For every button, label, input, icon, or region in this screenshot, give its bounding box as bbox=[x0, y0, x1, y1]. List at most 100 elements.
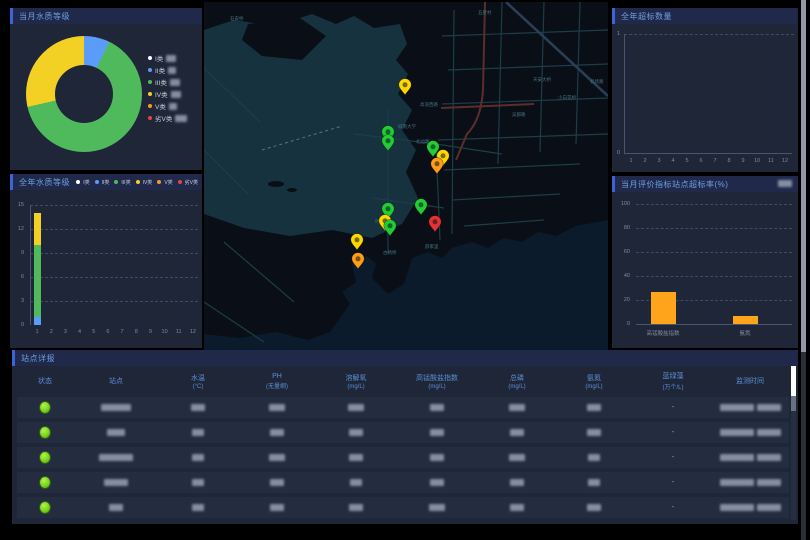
rate-bar[interactable] bbox=[651, 292, 676, 324]
redacted-measurement bbox=[587, 429, 601, 436]
y-axis-tick: 60 bbox=[618, 249, 630, 255]
legend-dot bbox=[148, 92, 152, 96]
gridline bbox=[30, 253, 198, 254]
stacked-bar-segment[interactable] bbox=[34, 213, 41, 245]
table-cell bbox=[159, 404, 237, 411]
y-axis-tick: 0 bbox=[608, 150, 620, 156]
redacted-measurement bbox=[588, 479, 600, 486]
table-cell bbox=[73, 479, 159, 486]
table-cell: - bbox=[633, 404, 713, 411]
chlorophyll-value: - bbox=[672, 454, 674, 461]
chlorophyll-value: - bbox=[672, 429, 674, 436]
table-scrollbar[interactable] bbox=[791, 366, 796, 520]
redacted-legend-value bbox=[171, 91, 181, 98]
table-cell bbox=[73, 429, 159, 436]
table-cell bbox=[17, 477, 73, 488]
table-cell bbox=[479, 404, 555, 411]
table-cell bbox=[17, 502, 73, 513]
legend-dot bbox=[148, 116, 152, 120]
y-axis-tick: 3 bbox=[12, 298, 24, 304]
legend-dot bbox=[148, 68, 152, 72]
page-scrollbar[interactable] bbox=[801, 0, 806, 540]
y-axis-tick: 12 bbox=[12, 226, 24, 232]
table-row[interactable]: - bbox=[17, 497, 789, 518]
redacted-time bbox=[757, 479, 781, 486]
legend-item[interactable]: 劣V类 bbox=[148, 112, 187, 124]
redacted-time bbox=[757, 404, 781, 411]
redacted-legend-value bbox=[166, 55, 176, 62]
legend-dot bbox=[148, 80, 152, 84]
redacted-legend-value bbox=[169, 103, 177, 110]
column-header: 监测时间 bbox=[713, 368, 787, 394]
column-unit: (mg/L) bbox=[508, 384, 525, 390]
legend-item[interactable]: I类 bbox=[148, 52, 187, 64]
map-panel[interactable]: 石皮桥五星村高浪西路城南大学北边路天安大桥小白花桥吴都路机场路薛家里古杨桥叶春 bbox=[204, 2, 608, 350]
x-axis-tick: 6 bbox=[106, 329, 109, 335]
redacted-legend-value bbox=[175, 115, 187, 122]
redacted-date bbox=[720, 504, 754, 511]
table-cell: - bbox=[633, 479, 713, 486]
column-header: 水温(°C) bbox=[159, 368, 237, 394]
table-cell bbox=[479, 504, 555, 511]
table-scrollbar-thumb[interactable] bbox=[791, 366, 796, 396]
x-axis-tick: 10 bbox=[162, 329, 168, 335]
table-cell bbox=[237, 404, 317, 411]
column-label: PH bbox=[272, 373, 282, 380]
table-row[interactable]: - bbox=[17, 422, 789, 443]
legend-item[interactable]: IV类 bbox=[148, 88, 187, 100]
stacked-bar-segment[interactable] bbox=[34, 245, 41, 317]
table-cell bbox=[395, 454, 479, 461]
redacted-date bbox=[720, 479, 754, 486]
legend-item[interactable]: III类 bbox=[148, 76, 187, 88]
legend-dot bbox=[148, 104, 152, 108]
redacted-time bbox=[757, 454, 781, 461]
column-header: 高锰酸盐指数(mg/L) bbox=[395, 368, 479, 394]
y-axis-tick: 20 bbox=[618, 297, 630, 303]
table-cell bbox=[317, 504, 395, 511]
redacted-legend-value bbox=[168, 67, 176, 74]
redacted-measurement bbox=[349, 454, 363, 461]
table-cell bbox=[395, 504, 479, 511]
table-row[interactable]: - bbox=[17, 397, 789, 418]
table-cell bbox=[17, 452, 73, 463]
legend-item[interactable]: V类 bbox=[148, 100, 187, 112]
table-row[interactable]: - bbox=[17, 472, 789, 493]
table-cell bbox=[713, 429, 787, 436]
column-unit: (mg/L) bbox=[585, 384, 602, 390]
redacted-date bbox=[720, 404, 754, 411]
street-label: 五星村 bbox=[478, 9, 492, 15]
y-axis-tick: 100 bbox=[618, 201, 630, 207]
stacked-bar-chart[interactable]: 03691215123456789101112 bbox=[10, 174, 202, 348]
page-scrollbar-thumb[interactable] bbox=[801, 0, 806, 352]
redacted-measurement bbox=[509, 454, 525, 461]
x-axis-tick: 8 bbox=[727, 158, 730, 164]
stacked-bar-segment[interactable] bbox=[34, 317, 41, 325]
column-header: 溶解氧(mg/L) bbox=[317, 368, 395, 394]
panel-title: 站点详报 bbox=[21, 353, 55, 364]
city-map[interactable]: 石皮桥五星村高浪西路城南大学北边路天安大桥小白花桥吴都路机场路薛家里古杨桥叶春 bbox=[204, 2, 608, 350]
exceed-line-chart[interactable]: 10123456789101112 bbox=[612, 8, 798, 172]
table-cell bbox=[237, 504, 317, 511]
panel-month-quality-header: 当月水质等级 bbox=[10, 8, 202, 24]
legend-dot bbox=[148, 56, 152, 60]
x-axis-tick: 7 bbox=[121, 329, 124, 335]
redacted-measurement bbox=[588, 454, 600, 461]
table-cell bbox=[237, 429, 317, 436]
legend-label: V类 bbox=[155, 101, 166, 111]
status-indicator bbox=[40, 427, 50, 438]
street-label: 薛家里 bbox=[425, 243, 439, 250]
redacted-measurement bbox=[429, 504, 445, 511]
rate-bar[interactable] bbox=[733, 316, 758, 324]
redacted-measurement bbox=[191, 404, 205, 411]
table-row[interactable]: - bbox=[17, 447, 789, 468]
legend-label: II类 bbox=[155, 65, 165, 75]
x-axis-tick: 7 bbox=[713, 158, 716, 164]
legend-item[interactable]: II类 bbox=[148, 64, 187, 76]
rate-bar-chart[interactable]: 020406080100高锰酸盐指数氨氮 bbox=[612, 176, 798, 348]
street-label: 天安大桥 bbox=[533, 76, 551, 83]
redacted-measurement bbox=[430, 454, 444, 461]
redacted-measurement bbox=[269, 404, 285, 411]
redacted-measurement bbox=[430, 479, 444, 486]
table-cell bbox=[555, 504, 633, 511]
x-axis-tick: 9 bbox=[741, 158, 744, 164]
